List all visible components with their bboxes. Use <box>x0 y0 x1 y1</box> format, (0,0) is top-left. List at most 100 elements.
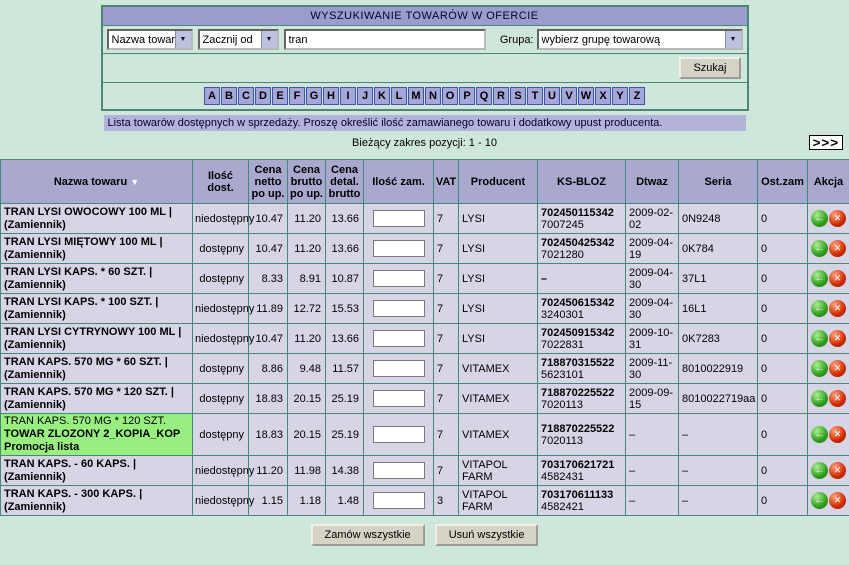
add-to-order-icon[interactable]: ← <box>811 240 828 257</box>
remove-icon[interactable]: ✕ <box>829 300 846 317</box>
remove-icon[interactable]: ✕ <box>829 390 846 407</box>
header-cena-netto[interactable]: Cena netto po up. <box>249 160 288 204</box>
quantity-input[interactable] <box>373 270 425 287</box>
header-dtwaz[interactable]: Dtwaz <box>626 160 679 204</box>
letter-button-A[interactable]: A <box>204 87 220 105</box>
header-cena-brutto[interactable]: Cena brutto po up. <box>288 160 326 204</box>
add-to-order-icon[interactable]: ← <box>811 492 828 509</box>
group-select[interactable]: wybierz grupę towarową ▼ <box>537 29 743 50</box>
letter-button-K[interactable]: K <box>374 87 390 105</box>
letter-button-J[interactable]: J <box>357 87 373 105</box>
letter-button-O[interactable]: O <box>442 87 458 105</box>
add-to-order-icon[interactable]: ← <box>811 330 828 347</box>
quantity-input[interactable] <box>373 426 425 443</box>
group-label: Grupa: <box>500 34 534 46</box>
quantity-input[interactable] <box>373 240 425 257</box>
product-name-cell[interactable]: TRAN LYSI KAPS. * 100 SZT. | (Zamiennik) <box>1 294 193 324</box>
add-to-order-icon[interactable]: ← <box>811 462 828 479</box>
product-name-cell[interactable]: TRAN KAPS. - 60 KAPS. | (Zamiennik) <box>1 456 193 486</box>
letter-button-C[interactable]: C <box>238 87 254 105</box>
chevron-down-icon[interactable]: ▼ <box>725 31 741 48</box>
letter-button-M[interactable]: M <box>408 87 424 105</box>
letter-button-D[interactable]: D <box>255 87 271 105</box>
product-name-cell[interactable]: TRAN KAPS. - 300 KAPS. | (Zamiennik) <box>1 486 193 516</box>
header-vat[interactable]: VAT <box>434 160 459 204</box>
quantity-input[interactable] <box>373 210 425 227</box>
search-field-select[interactable]: Nazwa towaru ▼ <box>107 29 193 50</box>
header-seria[interactable]: Seria <box>679 160 758 204</box>
letter-button-R[interactable]: R <box>493 87 509 105</box>
product-name-cell[interactable]: TRAN LYSI MIĘTOWY 100 ML | (Zamiennik) <box>1 234 193 264</box>
header-ks-bloz[interactable]: KS-BLOZ <box>538 160 626 204</box>
seria-cell: 0N9248 <box>679 204 758 234</box>
remove-icon[interactable]: ✕ <box>829 492 846 509</box>
letter-button-V[interactable]: V <box>561 87 577 105</box>
letter-button-Q[interactable]: Q <box>476 87 492 105</box>
search-button[interactable]: Szukaj <box>679 57 740 79</box>
header-cena-detal[interactable]: Cena detal. brutto <box>326 160 364 204</box>
header-ilosc-dost[interactable]: Ilość dost. <box>193 160 249 204</box>
search-mode-select[interactable]: Zacznij od ▼ <box>198 29 279 50</box>
letter-button-W[interactable]: W <box>578 87 594 105</box>
chevron-down-icon[interactable]: ▼ <box>175 31 191 48</box>
add-to-order-icon[interactable]: ← <box>811 210 828 227</box>
letter-button-Y[interactable]: Y <box>612 87 628 105</box>
product-name-cell[interactable]: TRAN LYSI CYTRYNOWY 100 ML | (Zamiennik) <box>1 324 193 354</box>
add-to-order-icon[interactable]: ← <box>811 270 828 287</box>
product-name-line1: TRAN LYSI KAPS. * 100 SZT. | <box>4 296 190 309</box>
letter-button-P[interactable]: P <box>459 87 475 105</box>
letter-button-N[interactable]: N <box>425 87 441 105</box>
letter-button-B[interactable]: B <box>221 87 237 105</box>
next-page-button[interactable]: >>> <box>809 135 843 150</box>
quantity-input[interactable] <box>373 390 425 407</box>
net-price-cell: 1.15 <box>249 486 288 516</box>
remove-icon[interactable]: ✕ <box>829 330 846 347</box>
remove-icon[interactable]: ✕ <box>829 426 846 443</box>
letter-button-F[interactable]: F <box>289 87 305 105</box>
quantity-input[interactable] <box>373 300 425 317</box>
header-nazwa-towaru[interactable]: Nazwa towaru ▼ <box>1 160 193 204</box>
quantity-cell <box>364 486 434 516</box>
header-ost-zam[interactable]: Ost.zam <box>758 160 808 204</box>
letter-button-H[interactable]: H <box>323 87 339 105</box>
actions-cell: ←✕ <box>808 456 849 486</box>
net-price-cell: 18.83 <box>249 384 288 414</box>
order-all-button[interactable]: Zamów wszystkie <box>311 524 425 546</box>
retail-price-cell: 11.57 <box>326 354 364 384</box>
remove-icon[interactable]: ✕ <box>829 462 846 479</box>
add-to-order-icon[interactable]: ← <box>811 426 828 443</box>
chevron-down-icon[interactable]: ▼ <box>261 31 277 48</box>
letter-button-Z[interactable]: Z <box>629 87 645 105</box>
letter-button-I[interactable]: I <box>340 87 356 105</box>
net-price-cell: 8.86 <box>249 354 288 384</box>
product-name-cell[interactable]: TRAN KAPS. 570 MG * 120 SZT. TOWAR ZLOZO… <box>1 414 193 456</box>
ks-bloz-code: – <box>541 273 623 285</box>
remove-icon[interactable]: ✕ <box>829 210 846 227</box>
letter-button-T[interactable]: T <box>527 87 543 105</box>
ks-bloz-code: 703170611133 <box>541 489 623 501</box>
product-name-cell[interactable]: TRAN KAPS. 570 MG * 120 SZT. | (Zamienni… <box>1 384 193 414</box>
add-to-order-icon[interactable]: ← <box>811 300 828 317</box>
search-input[interactable] <box>284 29 486 50</box>
remove-all-button[interactable]: Usuń wszystkie <box>435 524 539 546</box>
letter-button-S[interactable]: S <box>510 87 526 105</box>
quantity-input[interactable] <box>373 360 425 377</box>
letter-button-E[interactable]: E <box>272 87 288 105</box>
header-producent[interactable]: Producent <box>459 160 538 204</box>
remove-icon[interactable]: ✕ <box>829 270 846 287</box>
retail-price-cell: 13.66 <box>326 324 364 354</box>
quantity-input[interactable] <box>373 492 425 509</box>
add-to-order-icon[interactable]: ← <box>811 390 828 407</box>
product-name-cell[interactable]: TRAN KAPS. 570 MG * 60 SZT. | (Zamiennik… <box>1 354 193 384</box>
remove-icon[interactable]: ✕ <box>829 240 846 257</box>
quantity-input[interactable] <box>373 330 425 347</box>
letter-button-U[interactable]: U <box>544 87 560 105</box>
remove-icon[interactable]: ✕ <box>829 360 846 377</box>
product-name-cell[interactable]: TRAN LYSI KAPS. * 60 SZT. | (Zamiennik) <box>1 264 193 294</box>
letter-button-X[interactable]: X <box>595 87 611 105</box>
letter-button-G[interactable]: G <box>306 87 322 105</box>
add-to-order-icon[interactable]: ← <box>811 360 828 377</box>
quantity-input[interactable] <box>373 462 425 479</box>
product-name-cell[interactable]: TRAN LYSI OWOCOWY 100 ML | (Zamiennik) <box>1 204 193 234</box>
letter-button-L[interactable]: L <box>391 87 407 105</box>
